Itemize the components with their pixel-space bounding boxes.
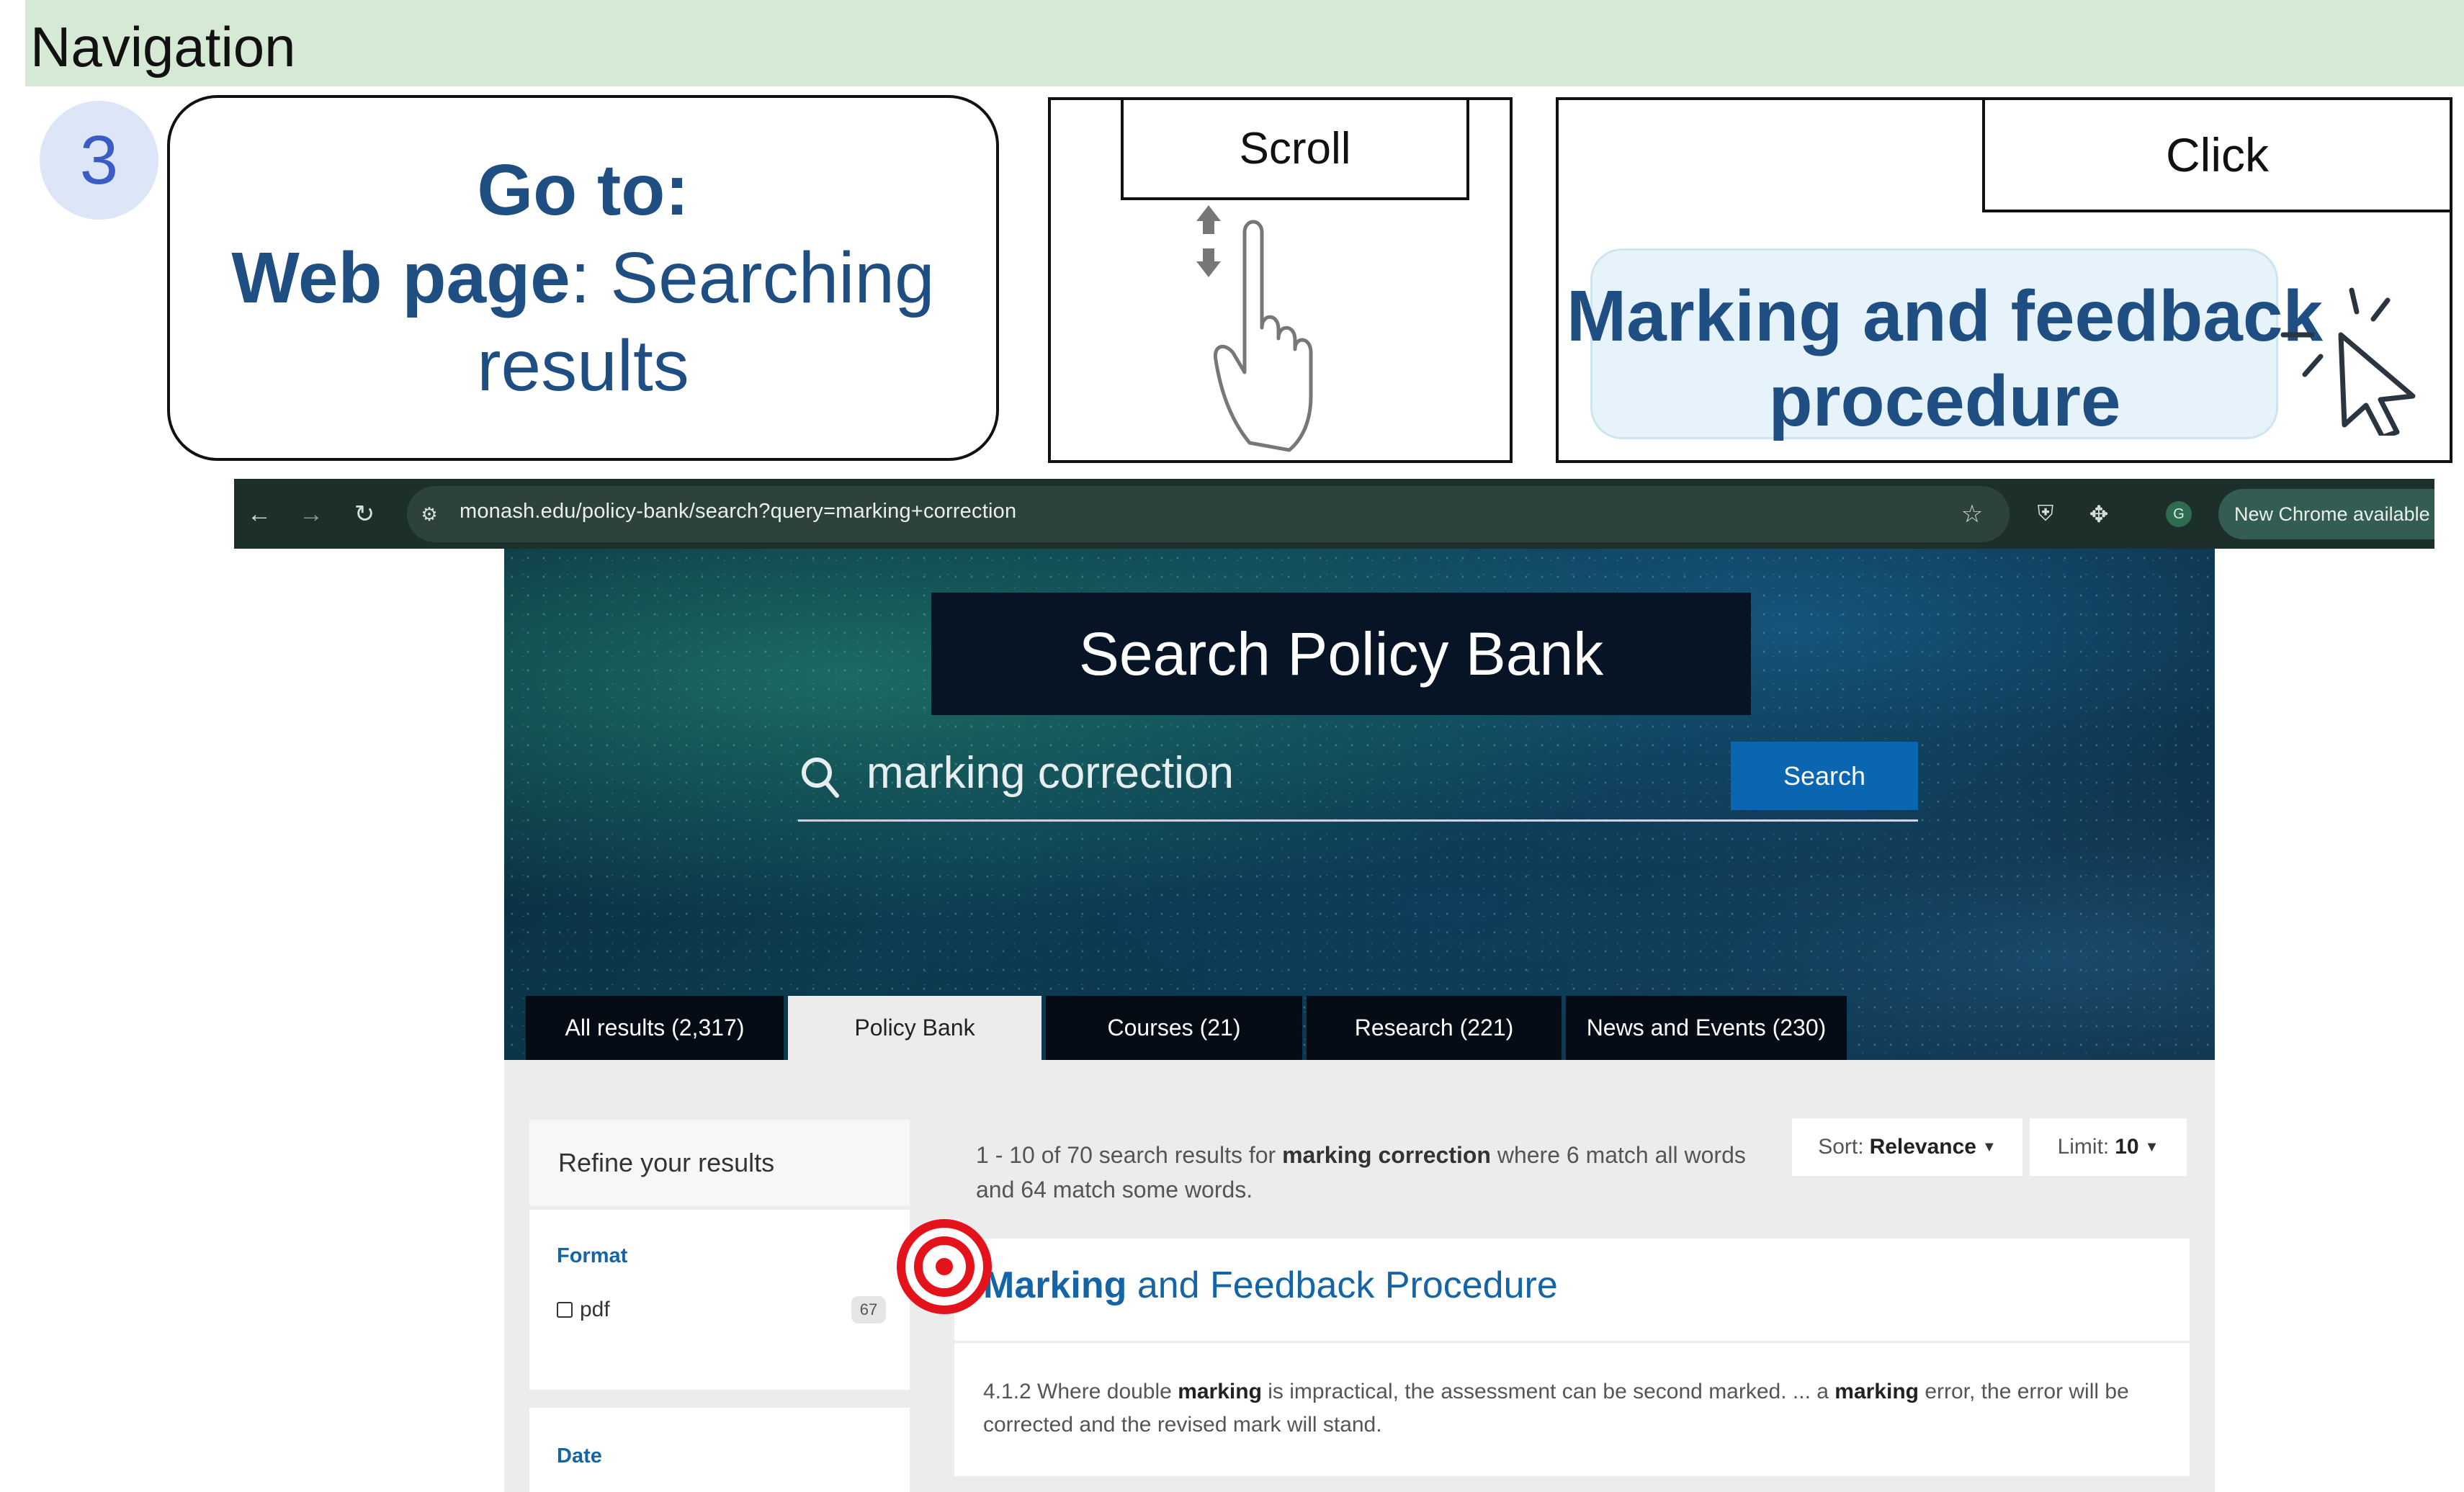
result-title-link[interactable]: Marking and Feedback Procedure	[983, 1264, 1558, 1307]
results-summary: 1 - 10 of 70 search results for marking …	[976, 1142, 1746, 1203]
tab-policy-bank[interactable]: Policy Bank	[788, 996, 1041, 1060]
sort-dropdown[interactable]: Sort: Relevance ▼	[1792, 1118, 2022, 1176]
new-chrome-badge[interactable]: New Chrome available	[2218, 489, 2434, 539]
result-divider	[954, 1341, 2190, 1343]
reload-icon[interactable]: ↻	[343, 493, 386, 536]
limit-dropdown[interactable]: Limit: 10 ▼	[2030, 1118, 2187, 1176]
section-band	[25, 0, 2464, 86]
caret-down-icon: ▼	[1982, 1138, 1997, 1155]
step-number-badge: 3	[40, 101, 158, 220]
scroll-gesture-icon	[1196, 205, 1313, 452]
tab-all-results[interactable]: All results (2,317)	[526, 996, 784, 1060]
profile-avatar-icon[interactable]: G	[2166, 501, 2192, 527]
pdf-checkbox[interactable]	[557, 1302, 573, 1318]
click-target-text: Marking and feedback procedure	[1566, 276, 2324, 441]
search-input[interactable]: marking correction	[866, 747, 1234, 799]
shield-extension-icon[interactable]: ⛨	[2024, 493, 2067, 536]
search-underline	[798, 819, 1918, 822]
bookmark-star-icon[interactable]: ☆	[1950, 493, 1994, 536]
tab-courses[interactable]: Courses (21)	[1046, 996, 1302, 1060]
format-label: Format	[557, 1244, 628, 1267]
goto-card: Go to: Web page: Searching results	[167, 95, 999, 461]
section-title: Navigation	[30, 15, 296, 78]
scroll-label: Scroll	[1121, 97, 1469, 200]
site-info-icon[interactable]: ⚙	[408, 493, 451, 536]
search-icon	[802, 758, 839, 798]
extensions-puzzle-icon[interactable]: ✥	[2077, 493, 2120, 536]
date-label: Date	[557, 1444, 602, 1468]
tab-research[interactable]: Research (221)	[1307, 996, 1562, 1060]
refine-heading: Refine your results	[529, 1120, 910, 1206]
hero-title: Search Policy Bank	[931, 593, 1751, 715]
result-snippet: 4.1.2 Where double marking is impractica…	[983, 1380, 2129, 1437]
caret-down-icon: ▼	[2144, 1138, 2159, 1155]
click-label: Click	[1982, 97, 2452, 212]
forward-arrow-icon[interactable]: →	[290, 493, 333, 536]
search-button[interactable]: Search	[1731, 742, 1918, 810]
pdf-option-label[interactable]: pdf	[580, 1298, 610, 1322]
click-cursor-icon	[2280, 287, 2416, 436]
target-icon	[897, 1219, 992, 1314]
pdf-count-badge: 67	[851, 1296, 886, 1324]
tab-news-events[interactable]: News and Events (230)	[1566, 996, 1847, 1060]
goto-prefix: Go to:	[477, 150, 689, 230]
goto-target-bold: Web page	[231, 238, 570, 318]
back-arrow-icon[interactable]: ←	[238, 493, 281, 536]
url-text: monash.edu/policy-bank/search?query=mark…	[460, 500, 1017, 523]
